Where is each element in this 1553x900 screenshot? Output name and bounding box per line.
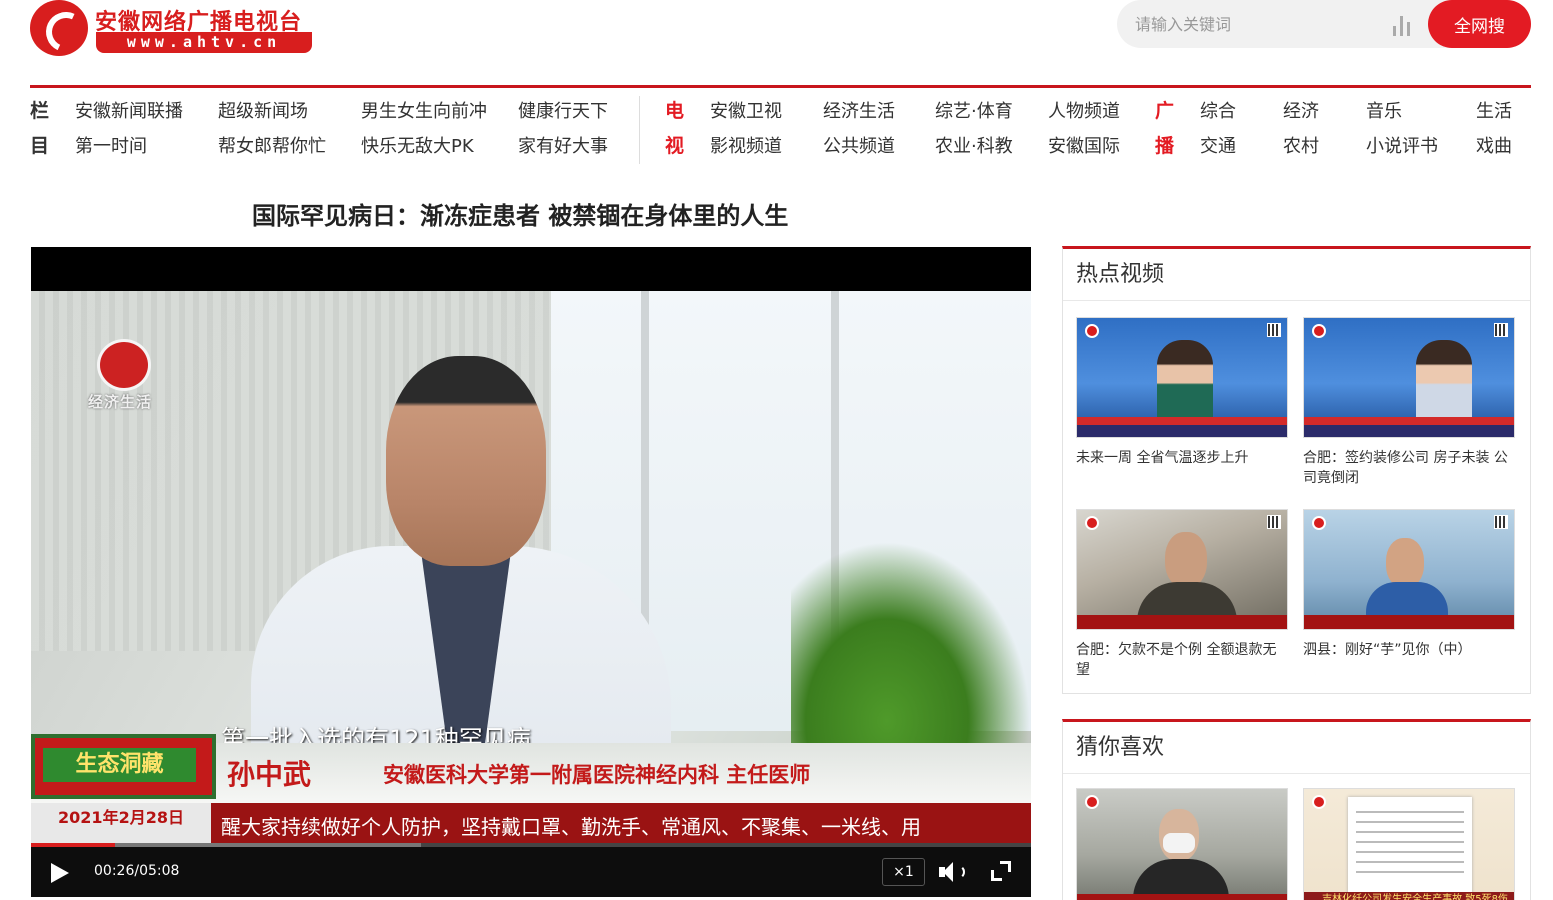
guess-like-panel: 猜你喜欢 吉林化纤公司发生安全生产事故 致5死8伤: [1062, 719, 1531, 900]
video-frame[interactable]: 经济生活 第一批入选的有121种罕见病 生态洞藏 孙中武 安徽医科大学第一附属医…: [31, 291, 1031, 846]
nav-item-first-time[interactable]: 第一时间: [75, 129, 147, 164]
guess-like-title: 猜你喜欢: [1063, 722, 1530, 774]
nav-item-happy-pk[interactable]: 快乐无敌大PK: [361, 129, 474, 164]
nav-item-health[interactable]: 健康行天下: [518, 94, 608, 129]
nav-item-radio-life[interactable]: 生活: [1476, 94, 1512, 129]
hot-video-card[interactable]: 泗县：刚好“芋”见你（中）: [1303, 509, 1515, 660]
video-doctor-head: [386, 356, 546, 566]
nav-item-ahnews[interactable]: 安徽新闻联播: [75, 94, 183, 129]
nav-item-people[interactable]: 人物频道: [1048, 94, 1120, 129]
interviewee-title: 安徽医科大学第一附属医院神经内科 主任医师: [383, 763, 811, 787]
hot-videos-title: 热点视频: [1063, 249, 1530, 301]
channel-name: 经济生活: [88, 393, 153, 411]
recommended-video-card[interactable]: [1076, 788, 1288, 900]
hot-video-card[interactable]: 合肥：欠款不是个例 全额退款无望: [1076, 509, 1288, 680]
current-time: 00:26: [94, 863, 135, 879]
interviewee-name: 孙中武: [227, 758, 312, 791]
broadcast-date: 2021年2月28日: [31, 803, 211, 846]
hot-videos-panel: 热点视频 未来一周 全省气温逐步上升 合肥：签约装修公司 房子未装 公司竟倒闭 …: [1062, 246, 1531, 694]
article-title: 国际罕见病日：渐冻症患者 被禁锢在身体里的人生: [252, 202, 789, 230]
video-thumbnail[interactable]: [1076, 509, 1288, 630]
nav-item-help-girl[interactable]: 帮女郎帮你忙: [218, 129, 326, 164]
nav-heading-radio: 广播: [1155, 100, 1175, 157]
search-bar: 全网搜: [1117, 0, 1531, 48]
video-player[interactable]: 经济生活 第一批入选的有121种罕见病 生态洞藏 孙中武 安徽医科大学第一附属医…: [31, 247, 1031, 897]
video-thumbnail[interactable]: [1076, 317, 1288, 438]
video-thumbnail[interactable]: [1076, 788, 1288, 900]
nav-item-film[interactable]: 影视频道: [710, 129, 782, 164]
nav-heading-tv: 电视: [665, 100, 685, 157]
hot-video-card[interactable]: 未来一周 全省气温逐步上升: [1076, 317, 1288, 468]
nav-heading-lanmu: 栏目: [30, 100, 50, 157]
header-divider: [30, 85, 1531, 88]
fullscreen-icon[interactable]: [991, 861, 1011, 881]
search-input[interactable]: [1135, 12, 1375, 36]
nav-item-radio-storytelling[interactable]: 小说评书: [1366, 129, 1438, 164]
nav-item-public[interactable]: 公共频道: [823, 129, 895, 164]
nav-item-radio-general[interactable]: 综合: [1200, 94, 1236, 129]
voice-search-icon[interactable]: [1391, 14, 1415, 36]
recommended-video-card[interactable]: 吉林化纤公司发生安全生产事故 致5死8伤: [1303, 788, 1515, 900]
nav-item-international[interactable]: 安徽国际: [1048, 129, 1120, 164]
hot-video-title[interactable]: 未来一周 全省气温逐步上升: [1076, 448, 1288, 468]
thumbnail-caption: 吉林化纤公司发生安全生产事故 致5死8伤: [1304, 892, 1514, 900]
site-logo[interactable]: 安徽网络广播电视台 www.ahtv.cn: [30, 0, 320, 58]
nav-item-radio-traffic[interactable]: 交通: [1200, 129, 1236, 164]
nav-item-economy-life[interactable]: 经济生活: [823, 94, 895, 129]
ticker-text: 醒大家持续做好个人防护，坚持戴口罩、勤洗手、常通风、不聚集、一米线、用: [221, 815, 921, 839]
logo-url: www.ahtv.cn: [96, 32, 312, 53]
channel-logo-icon: [97, 339, 151, 391]
hot-video-title[interactable]: 合肥：签约装修公司 房子未装 公司竟倒闭: [1303, 448, 1515, 488]
nav-item-radio-rural[interactable]: 农村: [1283, 129, 1319, 164]
volume-icon[interactable]: [939, 861, 965, 883]
duration: 05:08: [139, 863, 180, 879]
nav-item-agri-science[interactable]: 农业·科教: [935, 129, 1013, 164]
nav-item-radio-economy[interactable]: 经济: [1283, 94, 1319, 129]
search-button[interactable]: 全网搜: [1428, 0, 1531, 48]
player-controls: 00:26/05:08 ×1: [31, 847, 1031, 897]
hot-video-card[interactable]: 合肥：签约装修公司 房子未装 公司竟倒闭: [1303, 317, 1515, 488]
nav-item-variety-sports[interactable]: 综艺·体育: [935, 94, 1013, 129]
ahtv-logo-icon: [30, 0, 88, 56]
video-thumbnail[interactable]: [1303, 509, 1515, 630]
nav-divider: [639, 96, 640, 164]
time-display: 00:26/05:08: [94, 863, 179, 879]
playback-speed-button[interactable]: ×1: [882, 858, 925, 886]
hot-video-title[interactable]: 合肥：欠款不是个例 全额退款无望: [1076, 640, 1288, 680]
video-thumbnail[interactable]: [1303, 317, 1515, 438]
nav-item-ahtv[interactable]: 安徽卫视: [710, 94, 782, 129]
nav-item-radio-music[interactable]: 音乐: [1366, 94, 1402, 129]
nav-item-super-news[interactable]: 超级新闻场: [218, 94, 308, 129]
video-thumbnail[interactable]: 吉林化纤公司发生安全生产事故 致5死8伤: [1303, 788, 1515, 900]
nav-item-radio-opera[interactable]: 戏曲: [1476, 129, 1512, 164]
nav-item-family[interactable]: 家有好大事: [518, 129, 608, 164]
program-tag: 生态洞藏: [31, 734, 216, 799]
channel-nav: 栏目 安徽新闻联播 超级新闻场 男生女生向前冲 健康行天下 第一时间 帮女郎帮你…: [30, 94, 1531, 166]
hot-video-title[interactable]: 泗县：刚好“芋”见你（中）: [1303, 640, 1515, 660]
play-icon[interactable]: [51, 863, 69, 883]
nav-item-boys-girls[interactable]: 男生女生向前冲: [361, 94, 487, 129]
